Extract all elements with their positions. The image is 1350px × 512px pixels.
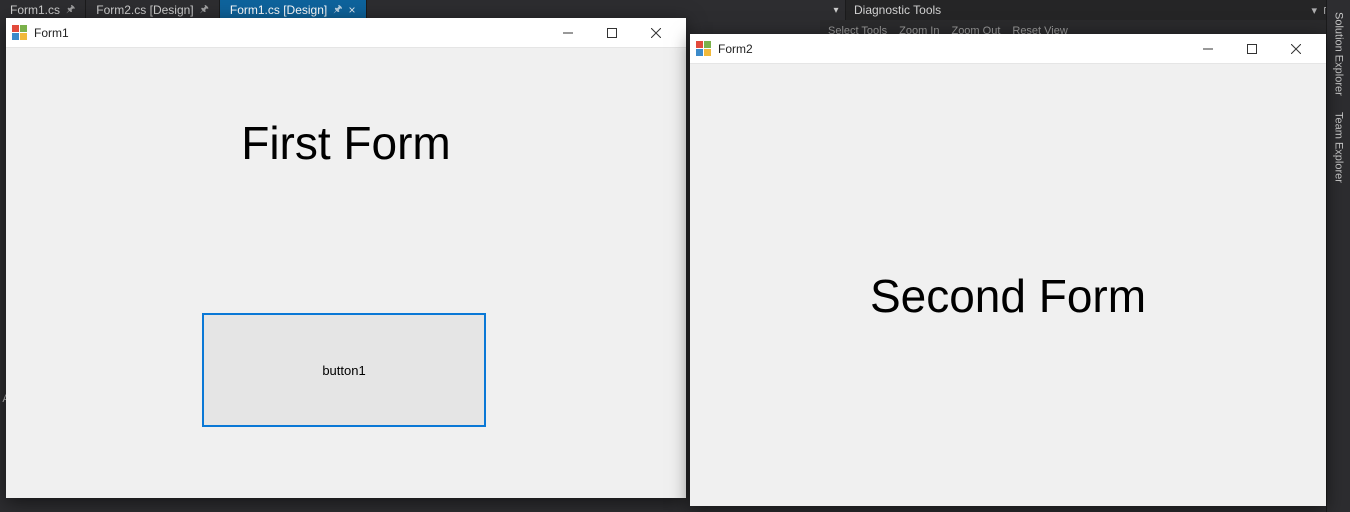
minimize-icon [563, 28, 573, 38]
maximize-button[interactable] [1230, 34, 1274, 64]
label-first-form: First Form [6, 116, 686, 170]
diagnostic-tools-title: Diagnostic Tools [854, 3, 941, 17]
close-button[interactable] [1274, 34, 1318, 64]
close-icon [1291, 44, 1301, 54]
window-title: Form1 [34, 26, 69, 40]
maximize-button[interactable] [590, 18, 634, 48]
tab-label: Form2.cs [Design] [96, 3, 193, 17]
button1-text: button1 [322, 363, 365, 378]
client-area: First Form button1 [6, 48, 686, 498]
titlebar-form2[interactable]: Form2 [690, 34, 1326, 64]
app-icon [12, 25, 28, 41]
maximize-icon [1247, 44, 1257, 54]
tab-form1-cs[interactable]: Form1.cs 🖈 [0, 0, 86, 20]
window-menu-icon[interactable]: ▾ [1311, 4, 1317, 17]
button1[interactable]: button1 [202, 313, 486, 427]
window-form2: Form2 Second Form [690, 34, 1326, 506]
ide-right-sidebar-tabs: Solution Explorer Team Explorer [1326, 0, 1350, 512]
window-title: Form2 [718, 42, 753, 56]
tab-form1-design[interactable]: Form1.cs [Design] 🖈 × [220, 0, 367, 20]
vtab-solution-explorer[interactable]: Solution Explorer [1331, 6, 1347, 102]
diagnostic-tools-header: Diagnostic Tools ▾ ⊓ × [845, 0, 1350, 20]
close-icon [651, 28, 661, 38]
tab-label: Form1.cs [10, 3, 60, 17]
titlebar-form1[interactable]: Form1 [6, 18, 686, 48]
label-second-form: Second Form [690, 269, 1326, 323]
minimize-button[interactable] [1186, 34, 1230, 64]
pin-icon: 🖈 [200, 2, 209, 19]
close-button[interactable] [634, 18, 678, 48]
minimize-button[interactable] [546, 18, 590, 48]
tab-overflow-dropdown[interactable]: ▾ [827, 0, 845, 20]
document-tabs: Form1.cs 🖈 Form2.cs [Design] 🖈 Form1.cs … [0, 0, 367, 20]
tab-form2-design[interactable]: Form2.cs [Design] 🖈 [86, 0, 220, 20]
client-area: Second Form [690, 64, 1326, 506]
pin-icon: 🖈 [333, 2, 342, 19]
pin-icon: 🖈 [66, 2, 75, 19]
app-icon [696, 41, 712, 57]
minimize-icon [1203, 44, 1213, 54]
window-form1: Form1 First Form button1 [6, 18, 686, 498]
close-tab-icon[interactable]: × [348, 3, 355, 17]
tab-label: Form1.cs [Design] [230, 3, 327, 17]
vtab-team-explorer[interactable]: Team Explorer [1331, 106, 1347, 189]
maximize-icon [607, 28, 617, 38]
